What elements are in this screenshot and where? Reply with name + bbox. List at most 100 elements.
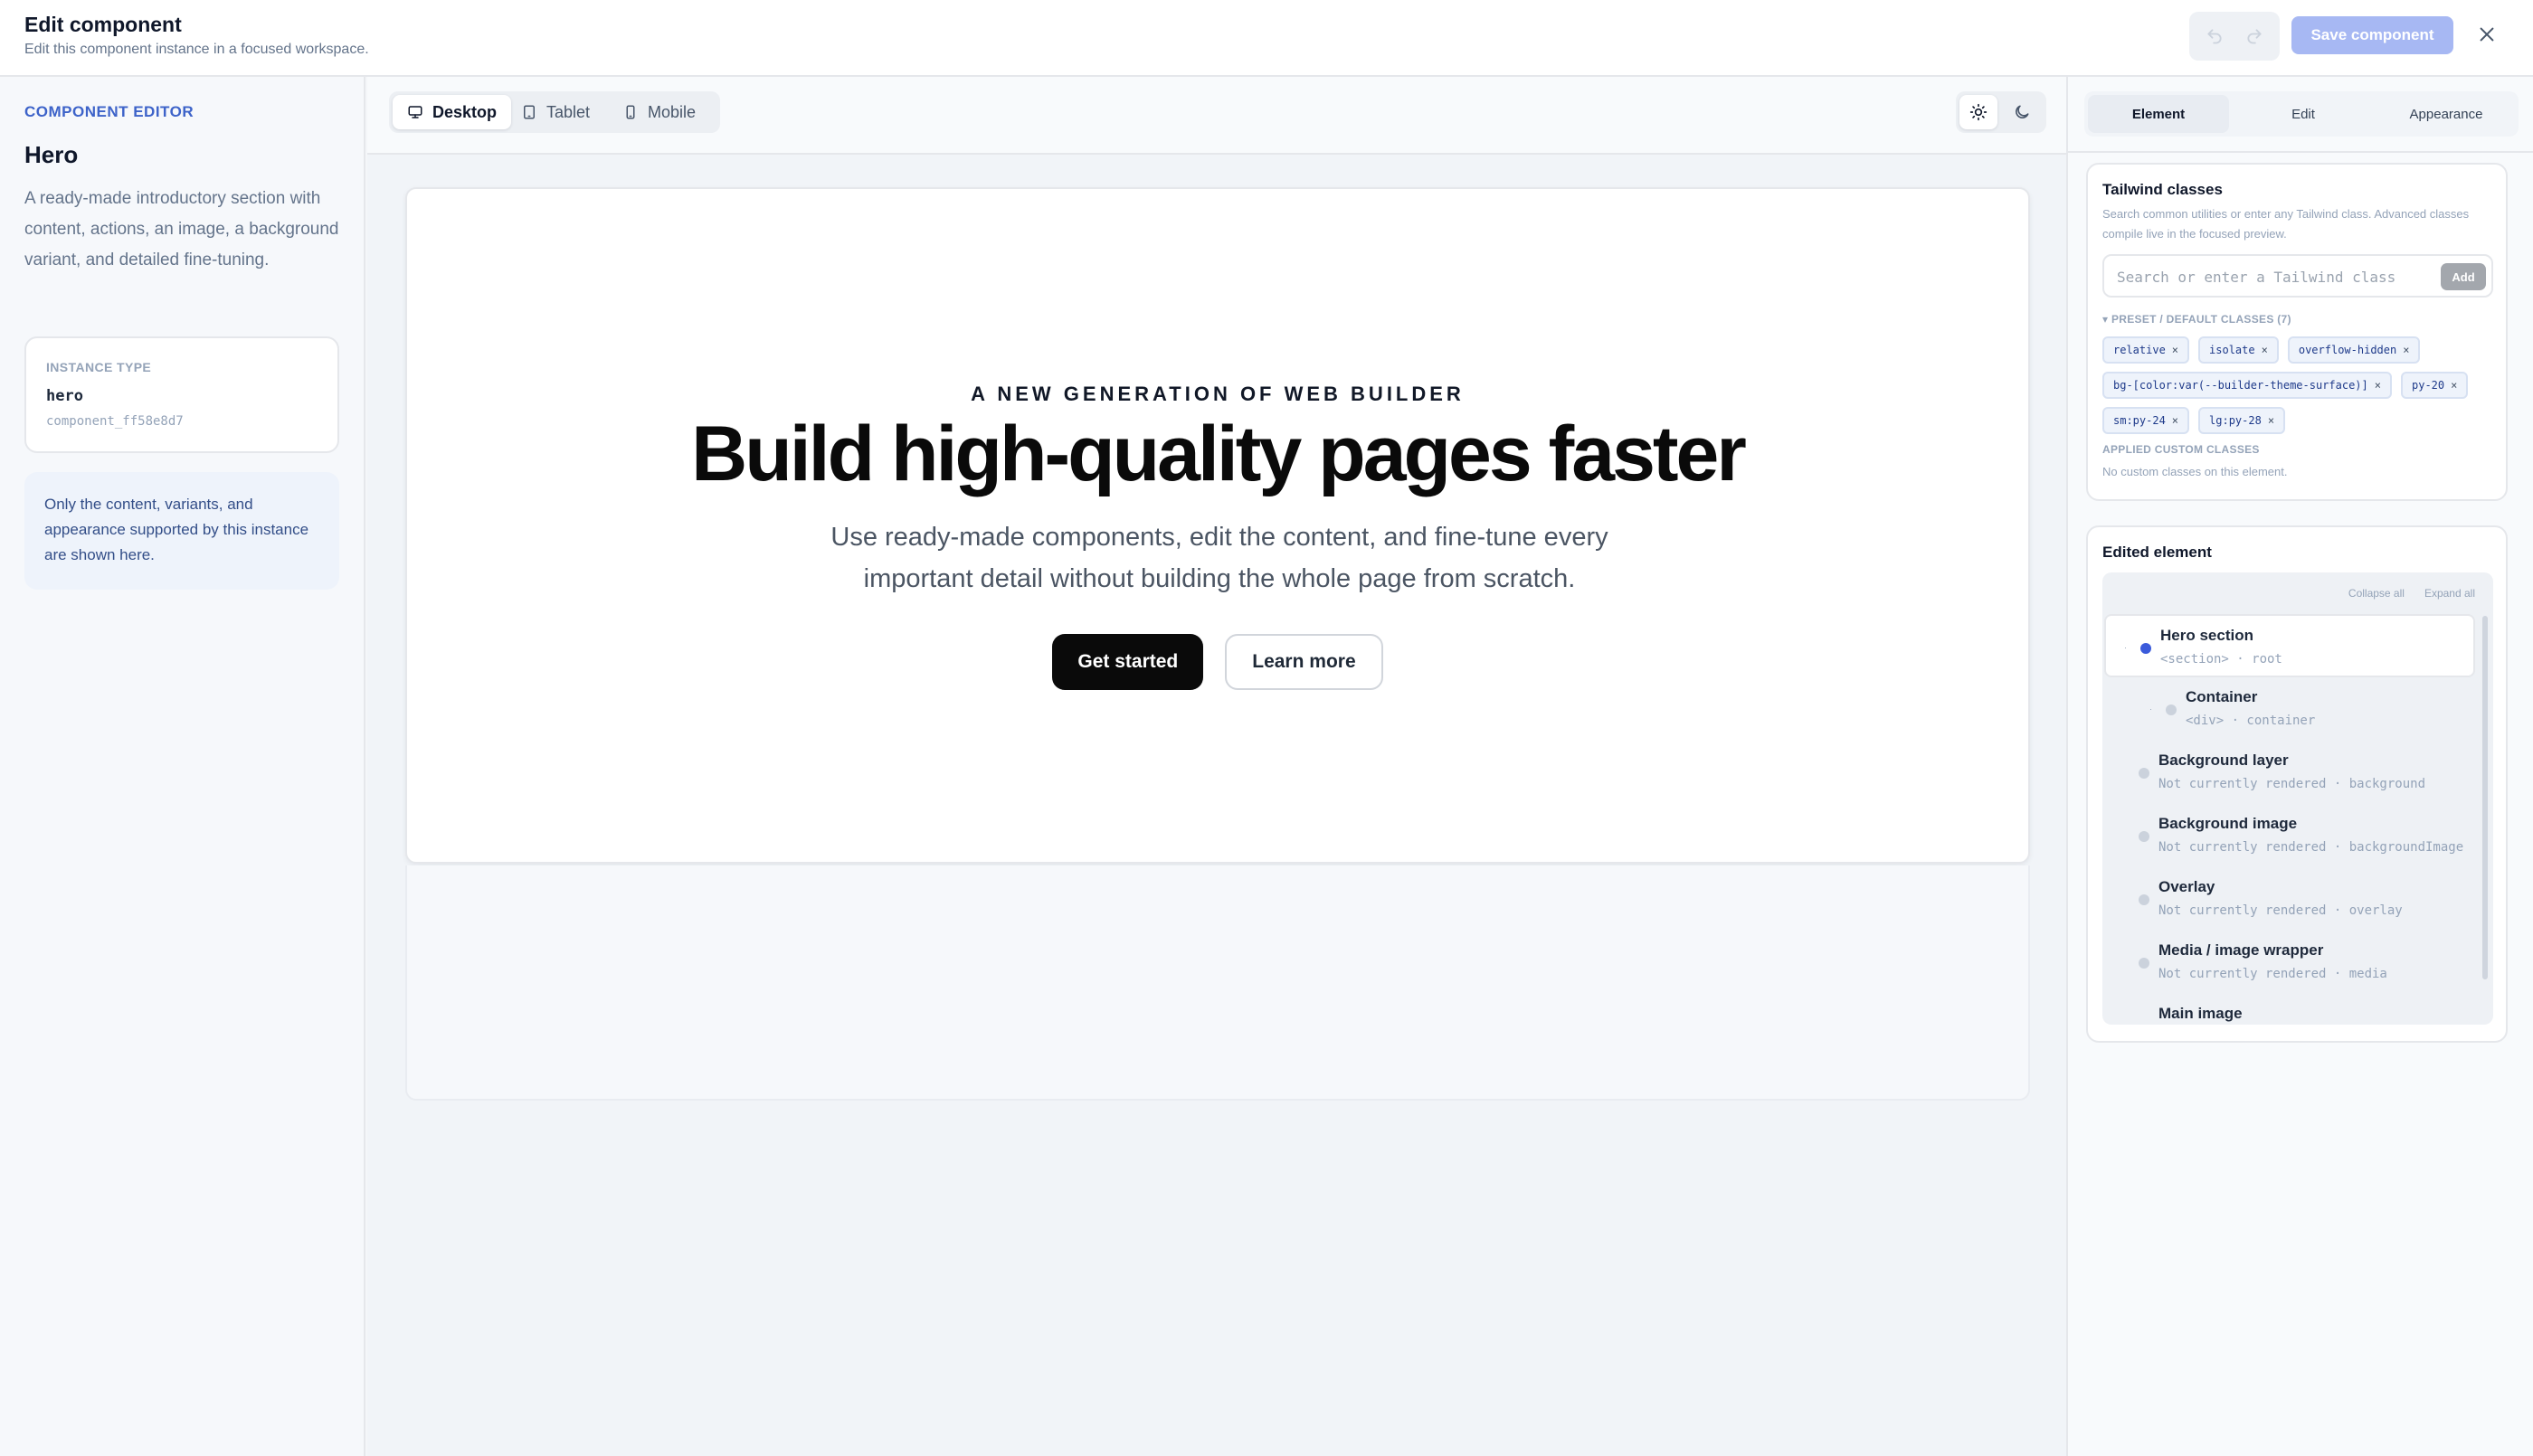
class-chip[interactable]: overflow-hidden × xyxy=(2287,336,2421,364)
edited-element-card: Edited element Collapse all Expand all ·… xyxy=(2086,525,2508,1043)
header-title: Edit component xyxy=(24,13,182,36)
tree-node-meta: Not currently rendered · background xyxy=(2158,777,2426,791)
class-chip[interactable]: relative × xyxy=(2102,336,2190,364)
tree-node-dot xyxy=(2166,704,2177,715)
chip-row: sm:py-24 × lg:py-28 × xyxy=(2102,407,2286,434)
sun-icon[interactable] xyxy=(1959,95,1997,129)
component-sidebar: COMPONENT EDITOR Hero A ready-made intro… xyxy=(0,77,365,1456)
editor-header: Edit component Edit this component insta… xyxy=(0,0,2533,77)
hero-actions: Get started Learn more xyxy=(407,634,2028,690)
device-desktop-button[interactable]: Desktop xyxy=(393,95,512,129)
tree-scrollbar[interactable] xyxy=(2482,616,2488,979)
tree-node-media-wrapper[interactable]: Media / image wrapper Not currently rend… xyxy=(2104,931,2475,994)
tab-appearance[interactable]: Appearance xyxy=(2377,95,2515,133)
edited-element-heading: Edited element xyxy=(2102,544,2212,561)
instance-id: component_ff58e8d7 xyxy=(46,414,184,429)
tree-caret[interactable]: · xyxy=(2149,704,2152,714)
device-switcher: Desktop Tablet Mobile xyxy=(389,91,720,133)
device-tablet-label: Tablet xyxy=(546,102,591,121)
tree-node-name: Background layer xyxy=(2158,752,2289,769)
tree-node-hero-section[interactable]: · Hero section <section> · root xyxy=(2104,614,2475,677)
class-chip[interactable]: py-20 × xyxy=(2401,372,2469,399)
theme-switcher xyxy=(1956,91,2046,133)
hero-preview[interactable]: A NEW GENERATION OF WEB BUILDER Build hi… xyxy=(405,187,2030,864)
tree-node-name: Hero section xyxy=(2160,627,2253,644)
instance-type-label: INSTANCE TYPE xyxy=(46,360,152,374)
tree-node-dot xyxy=(2140,643,2151,654)
class-chip[interactable]: sm:py-24 × xyxy=(2102,407,2190,434)
tree-node-main-image[interactable]: Main image xyxy=(2104,994,2475,1025)
class-chip-label: sm:py-24 xyxy=(2113,414,2166,427)
tree-node-name: Container xyxy=(2186,688,2258,705)
tab-edit[interactable]: Edit xyxy=(2233,95,2374,133)
tree-node-dot xyxy=(2139,958,2149,969)
tree-node-meta: <section> · root xyxy=(2160,652,2282,667)
remove-icon[interactable]: × xyxy=(2172,414,2178,427)
class-chip-label: py-20 xyxy=(2412,379,2445,392)
component-description: A ready-made introductory section with c… xyxy=(24,189,339,269)
hero-lead: Use ready-made components, edit the cont… xyxy=(830,523,1608,593)
sidebar-eyebrow: COMPONENT EDITOR xyxy=(24,103,194,120)
tree-node-overlay[interactable]: Overlay Not currently rendered · overlay xyxy=(2104,867,2475,931)
close-icon[interactable] xyxy=(2474,22,2500,47)
device-tablet-button[interactable]: Tablet xyxy=(507,95,604,129)
monitor-icon xyxy=(407,104,423,120)
hero-eyebrow: A NEW GENERATION OF WEB BUILDER xyxy=(971,383,1465,405)
applied-classes-empty: No custom classes on this element. xyxy=(2102,465,2288,478)
chip-row: bg-[color:var(--builder-theme-surface)] ×… xyxy=(2102,372,2469,399)
hero-title: Build high-quality pages faster xyxy=(691,411,1747,497)
remove-icon[interactable]: × xyxy=(2268,414,2274,427)
phone-icon xyxy=(622,104,639,120)
history-controls xyxy=(2189,12,2280,61)
tab-element[interactable]: Element xyxy=(2088,95,2229,133)
header-subtitle: Edit this component instance in a focuse… xyxy=(24,42,369,57)
class-chip-label: bg-[color:var(--builder-theme-surface)] xyxy=(2113,379,2368,392)
inspector-panel: Element Edit Appearance Tailwind classes… xyxy=(2066,77,2533,1456)
preset-classes-toggle[interactable]: ▾ PRESET / DEFAULT CLASSES (7) xyxy=(2102,313,2291,326)
tree-node-dot xyxy=(2139,831,2149,842)
class-chip-label: relative xyxy=(2113,344,2166,356)
remove-icon[interactable]: × xyxy=(2375,379,2381,392)
tailwind-class-field: Add xyxy=(2102,254,2493,298)
save-component-button[interactable]: Save component xyxy=(2291,16,2453,54)
tree-node-meta: <div> · container xyxy=(2186,714,2316,728)
tree-node-background-image[interactable]: Background image Not currently rendered … xyxy=(2104,804,2475,867)
preview-empty-area xyxy=(405,865,2030,1101)
preview-toolbar: Desktop Tablet Mobile xyxy=(367,77,2066,155)
device-mobile-label: Mobile xyxy=(648,102,697,121)
add-class-button[interactable]: Add xyxy=(2441,263,2486,290)
remove-icon[interactable]: × xyxy=(2172,344,2178,356)
class-chip[interactable]: lg:py-28 × xyxy=(2198,407,2286,434)
remove-icon[interactable]: × xyxy=(2262,344,2268,356)
tree-node-container[interactable]: · Container <div> · container xyxy=(2104,677,2475,741)
tablet-icon xyxy=(521,104,537,120)
undo-icon[interactable] xyxy=(2205,26,2225,46)
learn-more-button[interactable]: Learn more xyxy=(1225,634,1383,690)
tree-node-background-layer[interactable]: Background layer Not currently rendered … xyxy=(2104,741,2475,804)
remove-icon[interactable]: × xyxy=(2451,379,2457,392)
tree-caret[interactable]: · xyxy=(2124,643,2127,652)
redo-icon[interactable] xyxy=(2244,26,2264,46)
moon-icon[interactable] xyxy=(2003,95,2041,129)
instance-type-value: hero xyxy=(46,387,83,405)
collapse-all-button[interactable]: Collapse all xyxy=(2348,587,2405,600)
tree-node-name: Media / image wrapper xyxy=(2158,941,2324,959)
device-mobile-button[interactable]: Mobile xyxy=(608,95,710,129)
tailwind-classes-card: Tailwind classes Search common utilities… xyxy=(2086,163,2508,501)
tree-node-dot xyxy=(2139,894,2149,905)
chip-row: relative × isolate × overflow-hidden × xyxy=(2102,336,2421,364)
tree-node-name: Overlay xyxy=(2158,878,2215,895)
tailwind-class-input[interactable] xyxy=(2117,265,2424,288)
remove-icon[interactable]: × xyxy=(2403,344,2409,356)
tree-node-name: Background image xyxy=(2158,815,2298,832)
expand-all-button[interactable]: Expand all xyxy=(2424,587,2475,600)
class-chip[interactable]: isolate × xyxy=(2198,336,2279,364)
tree-node-meta: Not currently rendered · media xyxy=(2158,967,2387,981)
device-desktop-label: Desktop xyxy=(432,102,498,121)
tree-node-meta: Not currently rendered · overlay xyxy=(2158,903,2403,918)
class-chip-label: overflow-hidden xyxy=(2298,344,2397,356)
get-started-button[interactable]: Get started xyxy=(1052,634,1204,690)
class-chip[interactable]: bg-[color:var(--builder-theme-surface)] × xyxy=(2102,372,2392,399)
component-name: Hero xyxy=(24,141,79,168)
class-chip-label: lg:py-28 xyxy=(2209,414,2262,427)
